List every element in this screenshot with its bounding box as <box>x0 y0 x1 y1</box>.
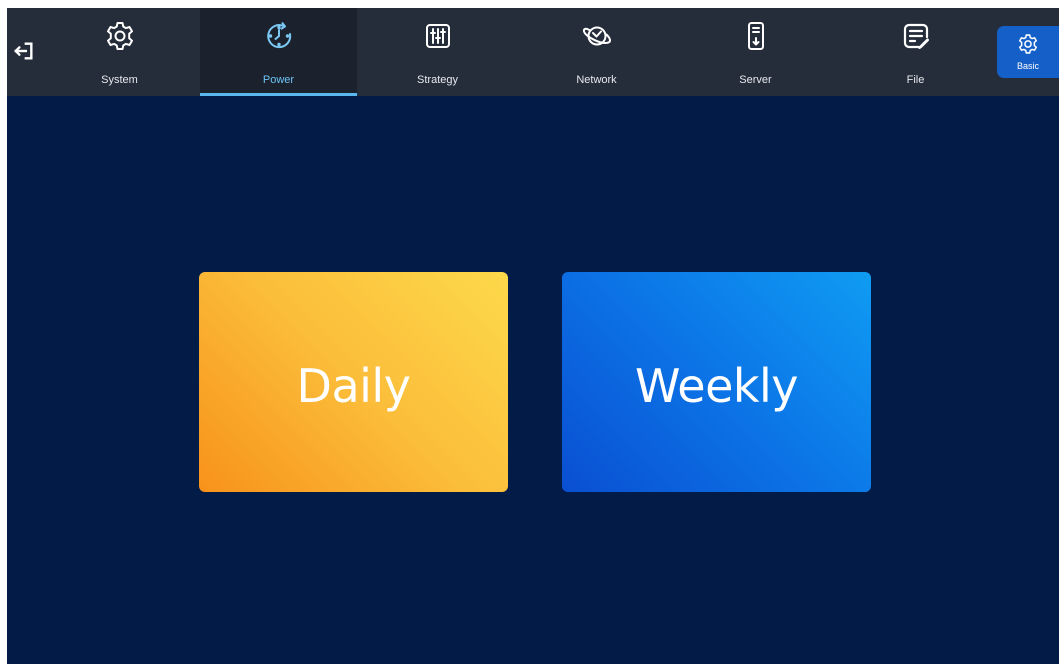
gear-icon <box>106 22 133 50</box>
tab-server-label: Server <box>739 74 772 86</box>
basic-settings-label: Basic <box>1016 61 1039 71</box>
tab-file[interactable]: File <box>837 8 994 96</box>
basic-settings-button[interactable]: Basic <box>997 26 1059 78</box>
gear-icon <box>1018 34 1038 54</box>
file-edit-icon <box>903 23 929 50</box>
weekly-card-label: Weekly <box>634 359 799 413</box>
active-tab-indicator <box>200 93 357 96</box>
back-button[interactable] <box>9 36 39 66</box>
tab-power-label: Power <box>262 74 295 86</box>
daily-schedule-card[interactable]: Daily <box>199 272 508 492</box>
tab-network[interactable]: Network <box>518 8 675 96</box>
power-settings-screen: System Power Strategy Network Server Fil… <box>7 8 1059 664</box>
weekly-schedule-card[interactable]: Weekly <box>562 272 871 492</box>
tab-network-label: Network <box>576 74 617 86</box>
planet-icon <box>582 26 611 46</box>
tab-system-label: System <box>101 74 138 86</box>
tab-strategy-label: Strategy <box>417 74 458 86</box>
exit-arrow-icon <box>14 42 33 60</box>
top-navigation-bar: System Power Strategy Network Server Fil… <box>7 8 1059 96</box>
daily-card-label: Daily <box>296 359 411 413</box>
tab-strategy[interactable]: Strategy <box>359 8 516 96</box>
clock-refresh-icon <box>266 22 291 49</box>
tab-server[interactable]: Server <box>677 8 834 96</box>
tab-power[interactable]: Power <box>200 8 357 96</box>
sliders-icon <box>425 24 450 48</box>
tab-file-label: File <box>906 74 925 86</box>
server-icon <box>747 22 764 50</box>
tab-system[interactable]: System <box>41 8 198 96</box>
